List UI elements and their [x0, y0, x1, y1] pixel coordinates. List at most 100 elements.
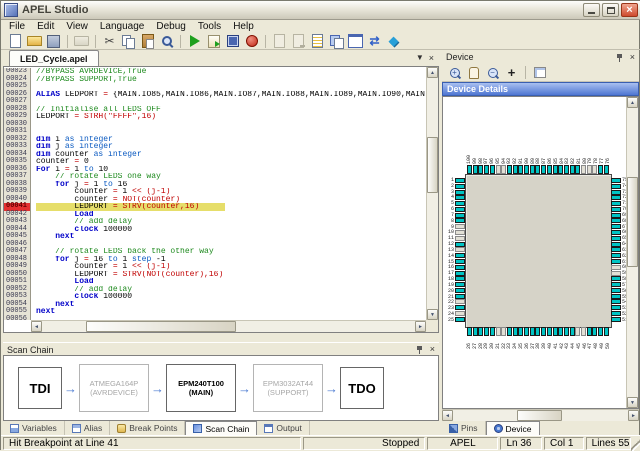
paste-icon[interactable] [139, 34, 156, 49]
chip-pin-30[interactable] [490, 327, 495, 336]
code-line[interactable]: 00033dim j as integer [4, 143, 426, 151]
scroll-left-button[interactable]: ◄ [31, 321, 42, 332]
chip-pin-28[interactable] [478, 327, 483, 336]
chip-pin-90[interactable] [524, 165, 529, 174]
chip-pin-51[interactable] [611, 317, 621, 322]
chip-pin-17[interactable] [455, 271, 465, 276]
tab-pins[interactable]: Pins [442, 421, 486, 435]
chip-pin-32[interactable] [501, 327, 506, 336]
chip-pin-74[interactable] [611, 184, 621, 189]
chip-pin-71[interactable] [611, 201, 621, 206]
chip-pin-84[interactable] [558, 165, 563, 174]
chip-pin-58[interactable] [611, 276, 621, 281]
save-file-icon[interactable] [45, 34, 62, 49]
chip-pin-1[interactable] [455, 178, 465, 183]
menu-view[interactable]: View [62, 21, 96, 32]
tab-variables[interactable]: Variables [3, 421, 65, 435]
device-programmer-icon[interactable] [385, 34, 402, 49]
chip-pin-56[interactable] [611, 288, 621, 293]
menu-debug[interactable]: Debug [152, 21, 193, 32]
scan-chain-node-atmega164p[interactable]: ATMEGA164P(AVRDEVICE) [79, 364, 149, 412]
code-line[interactable]: 00054 next [4, 301, 426, 309]
chip-pin-40[interactable] [547, 327, 552, 336]
find-icon[interactable] [158, 34, 175, 49]
code-line[interactable]: 00050 LEDPORT = STRV(NOT(counter),16) [4, 271, 426, 279]
code-line[interactable]: 00043 // add delay [4, 218, 426, 226]
close-button[interactable] [621, 3, 638, 17]
chip-pin-43[interactable] [564, 327, 569, 336]
chip-pin-49[interactable] [598, 327, 603, 336]
chip-pin-48[interactable] [592, 327, 597, 336]
compare-windows-icon[interactable] [328, 34, 345, 49]
device-vertical-scrollbar[interactable]: ▲ ▼ [626, 97, 638, 408]
chip-pin-16[interactable] [455, 265, 465, 270]
device-horizontal-scrollbar[interactable]: ◄ ► [442, 409, 639, 421]
chip-pin-57[interactable] [611, 282, 621, 287]
chip-pin-95[interactable] [496, 165, 501, 174]
chip-pin-20[interactable] [455, 288, 465, 293]
chip-pin-55[interactable] [611, 294, 621, 299]
editor-tab[interactable]: LED_Cycle.apel [9, 50, 99, 66]
chip-pin-15[interactable] [455, 259, 465, 264]
chip-pin-60[interactable] [611, 265, 621, 270]
code-line[interactable]: 00036For i = 1 to 10 [4, 166, 426, 174]
chip-pin-97[interactable] [484, 165, 489, 174]
menu-file[interactable]: File [5, 21, 33, 32]
new-file-icon[interactable] [7, 34, 24, 49]
code-line[interactable]: 00026ALIAS LEDPORT = {MAIN.IO85,MAIN.IO8… [4, 91, 426, 99]
menu-help[interactable]: Help [229, 21, 262, 32]
chip-pin-23[interactable] [455, 305, 465, 310]
chip-pin-91[interactable] [518, 165, 523, 174]
code-line[interactable]: 00051 Load [4, 278, 426, 286]
chip-pin-37[interactable] [530, 327, 535, 336]
code-line[interactable]: 00032dim i as integer [4, 136, 426, 144]
chip-pin-66[interactable] [611, 230, 621, 235]
run-icon[interactable] [186, 34, 203, 49]
chip-pin-26[interactable] [467, 327, 472, 336]
code-line[interactable]: 00044 clock 100000 [4, 226, 426, 234]
line-number[interactable]: 00056 [4, 316, 31, 321]
chip-pin-62[interactable] [611, 253, 621, 258]
chip-pin-31[interactable] [496, 327, 501, 336]
code-line[interactable]: 00052 // add delay [4, 286, 426, 294]
chip-pin-54[interactable] [611, 299, 621, 304]
remove-document-icon[interactable] [290, 34, 307, 49]
chip-pin-93[interactable] [507, 165, 512, 174]
code-line[interactable]: 00025 [4, 83, 426, 91]
code-line[interactable]: 00041 LEDPORT = STRV(counter,16) [4, 203, 426, 211]
chip-pin-89[interactable] [530, 165, 535, 174]
chip-pin-25[interactable] [455, 317, 465, 322]
chip-pin-82[interactable] [570, 165, 575, 174]
chip-pin-38[interactable] [535, 327, 540, 336]
chip-pin-3[interactable] [455, 190, 465, 195]
chip-pin-53[interactable] [611, 305, 621, 310]
chip-pin-9[interactable] [455, 224, 465, 229]
chip-pin-68[interactable] [611, 218, 621, 223]
chip-pin-52[interactable] [611, 311, 621, 316]
chip-pin-14[interactable] [455, 253, 465, 258]
chip-pin-72[interactable] [611, 195, 621, 200]
pause-icon[interactable] [224, 34, 241, 49]
chip-pin-5[interactable] [455, 201, 465, 206]
tab-scanchain[interactable]: Scan Chain [185, 421, 257, 435]
chip-pin-50[interactable] [604, 327, 609, 336]
chip-pin-85[interactable] [553, 165, 558, 174]
chip-pin-39[interactable] [541, 327, 546, 336]
document-icon[interactable] [271, 34, 288, 49]
code-line[interactable]: 00023//BYPASS AVRDEVICE,True [4, 68, 426, 76]
chip-pin-96[interactable] [490, 165, 495, 174]
chip-pin-83[interactable] [564, 165, 569, 174]
editor-vertical-scrollbar[interactable]: ▲ ▼ [426, 67, 438, 320]
tab-alias[interactable]: Alias [65, 421, 110, 435]
chip-pin-64[interactable] [611, 242, 621, 247]
code-editor[interactable]: 00023//BYPASS AVRDEVICE,True00024//BYPAS… [3, 66, 439, 333]
chip-pin-47[interactable] [587, 327, 592, 336]
horizontal-scroll-thumb[interactable] [517, 410, 562, 421]
chip-pin-41[interactable] [553, 327, 558, 336]
scan-chain-node-tdi[interactable]: TDI [18, 367, 62, 409]
chip-pin-18[interactable] [455, 276, 465, 281]
code-line[interactable]: 00048 for j = 16 to 1 step -1 [4, 256, 426, 264]
chip-pin-67[interactable] [611, 224, 621, 229]
code-line[interactable]: 00037 // rotate LEDS one way [4, 173, 426, 181]
chip-pin-76[interactable] [604, 165, 609, 174]
